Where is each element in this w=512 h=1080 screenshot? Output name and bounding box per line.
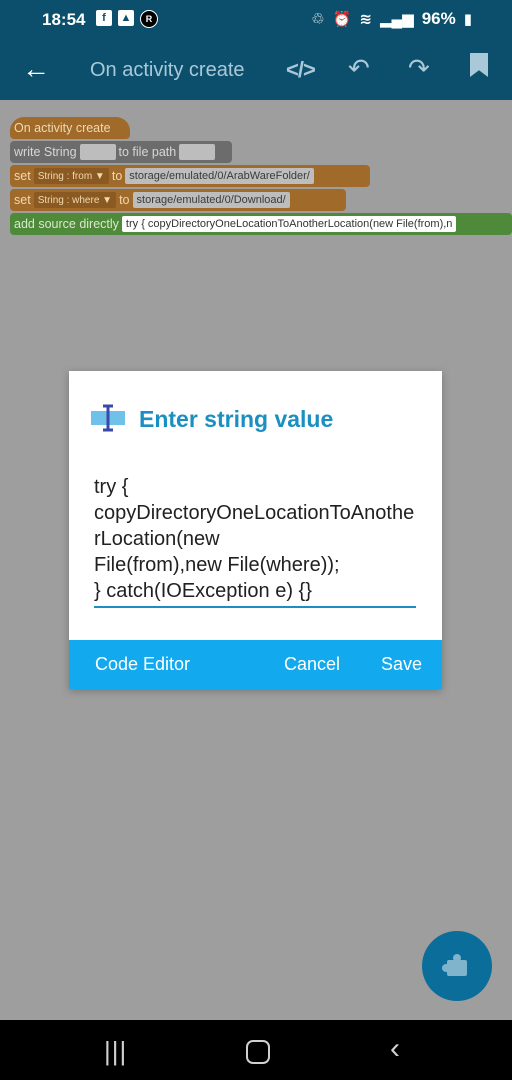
wifi-icon: ≋ (359, 11, 372, 28)
home-icon[interactable] (246, 1040, 270, 1064)
set-label: set (14, 193, 31, 207)
cancel-button[interactable]: Cancel (284, 654, 340, 675)
battery-saver-icon: ♲ (311, 11, 325, 28)
write-string-block[interactable]: write String to file path (10, 141, 232, 163)
string-value-dialog: Enter string value try { copyDirectoryOn… (69, 371, 442, 689)
redo-icon[interactable]: ↷ (408, 53, 430, 84)
undo-icon[interactable]: ↶ (348, 53, 370, 84)
value-field[interactable]: storage/emulated/0/ArabWareFolder/ (125, 168, 314, 184)
string-value-input[interactable]: try { copyDirectoryOneLocationToAnotherL… (94, 474, 416, 608)
variable-name: String : where (37, 194, 100, 206)
write-value-field[interactable] (79, 144, 116, 160)
variable-name: String : from (37, 170, 93, 182)
app-bar: ← On activity create </> ↶ ↷ (0, 40, 512, 100)
bookmark-icon[interactable] (470, 53, 488, 77)
add-source-block[interactable]: add source directly try { copyDirectoryO… (10, 213, 512, 235)
system-nav-bar: ||| ‹ (0, 1020, 512, 1080)
status-bar: 18:54 f ▲ R ♲ ⏰ ≋ ▂▄▆ 96% ▮ (0, 0, 512, 40)
variable-dropdown[interactable]: String : from ▼ (33, 168, 109, 184)
status-left-icons: f ▲ R (96, 10, 158, 28)
event-label: On activity create (14, 121, 111, 135)
app-icon: R (140, 10, 158, 28)
code-editor-button[interactable]: Code Editor (95, 654, 190, 675)
variable-dropdown[interactable]: String : where ▼ (33, 192, 117, 208)
write-path-label: to file path (118, 145, 177, 159)
gallery-icon: ▲ (118, 10, 134, 26)
back-arrow-icon[interactable]: ← (22, 54, 50, 84)
dialog-actions: Code Editor Cancel Save (69, 640, 442, 689)
nav-back-icon[interactable]: ‹ (390, 1032, 400, 1066)
add-block-fab[interactable] (422, 931, 492, 1001)
write-label: write String (14, 145, 77, 159)
value-field[interactable]: storage/emulated/0/Download/ (132, 192, 290, 208)
set-from-block[interactable]: set String : from ▼ to storage/emulated/… (10, 165, 370, 187)
to-label: to (119, 193, 130, 207)
facebook-icon: f (96, 10, 112, 26)
event-block[interactable]: On activity create (10, 117, 130, 139)
write-path-field[interactable] (179, 144, 216, 160)
status-right-icons: ♲ ⏰ ≋ ▂▄▆ 96% ▮ (311, 9, 472, 29)
set-label: set (14, 169, 31, 183)
source-field[interactable]: try { copyDirectoryOneLocationToAnotherL… (121, 216, 457, 232)
save-button[interactable]: Save (381, 654, 422, 675)
add-source-label: add source directly (14, 217, 119, 231)
alarm-icon: ⏰ (332, 11, 352, 28)
to-label: to (111, 169, 123, 183)
set-where-block[interactable]: set String : where ▼ to storage/emulated… (10, 189, 346, 211)
puzzle-icon (442, 954, 469, 978)
text-cursor-icon (91, 404, 125, 432)
battery-icon: ▮ (463, 11, 472, 28)
page-title: On activity create (90, 59, 245, 81)
code-icon[interactable]: </> (286, 57, 316, 83)
battery-percent: 96% (421, 9, 456, 28)
status-time: 18:54 (42, 10, 86, 29)
signal-icon: ▂▄▆ (380, 11, 414, 28)
recent-apps-icon[interactable]: ||| (104, 1036, 127, 1067)
dialog-title: Enter string value (139, 406, 334, 432)
